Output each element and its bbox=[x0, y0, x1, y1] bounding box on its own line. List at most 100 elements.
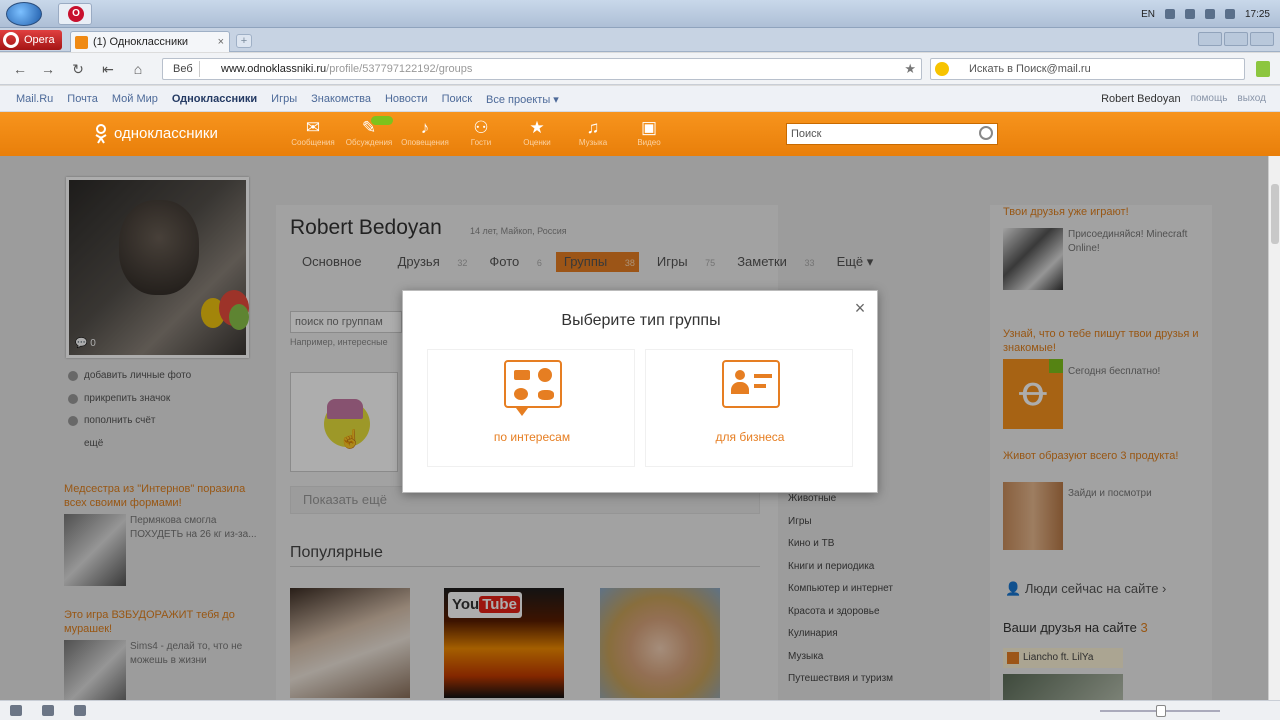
opera-taskbar-button[interactable]: O bbox=[58, 3, 92, 25]
option-interests-label[interactable]: по интересам bbox=[428, 430, 636, 444]
portal-link-games[interactable]: Игры bbox=[271, 93, 297, 106]
help-icon[interactable] bbox=[1164, 9, 1175, 19]
search-icon[interactable] bbox=[979, 126, 993, 140]
portal-link-all-projects[interactable]: Все проекты ▾ bbox=[486, 93, 559, 106]
search-engine-icon[interactable] bbox=[935, 62, 949, 76]
ok-logo-icon bbox=[95, 124, 107, 144]
reload-icon[interactable]: ↻ bbox=[70, 61, 86, 77]
cloud-icon[interactable] bbox=[42, 705, 54, 716]
address-toolbar: ← → ↻ ⇤ ⌂ Веб www.odnoklassniki.ru/profi… bbox=[0, 53, 1280, 85]
new-badge bbox=[371, 116, 393, 125]
download-icon[interactable] bbox=[1256, 61, 1270, 77]
opera-logo-icon bbox=[3, 32, 19, 48]
language-indicator[interactable]: EN bbox=[1141, 9, 1155, 20]
nav-notifications[interactable]: ♪ Оповещения bbox=[397, 118, 453, 152]
os-taskbar: O EN 17:25 bbox=[0, 0, 1280, 28]
portal-link-news[interactable]: Новости bbox=[385, 93, 428, 106]
browser-status-bar bbox=[0, 700, 1280, 720]
url-path: /profile/537797122192/groups bbox=[326, 63, 473, 75]
browser-search-field[interactable]: Искать в Поиск@mail.ru bbox=[930, 58, 1245, 80]
bookmark-star-icon[interactable]: ★ bbox=[904, 59, 916, 79]
page-scrollbar[interactable] bbox=[1268, 156, 1280, 700]
opera-icon: O bbox=[68, 6, 84, 22]
nav-ratings[interactable]: ★ Оценки bbox=[509, 118, 565, 152]
bell-icon: ♪ bbox=[420, 118, 430, 137]
portal-username[interactable]: Robert Bedoyan bbox=[1101, 93, 1181, 105]
rewind-icon[interactable]: ⇤ bbox=[100, 61, 116, 77]
home-icon[interactable]: ⌂ bbox=[130, 61, 146, 77]
nav-music[interactable]: ♫ Музыка bbox=[565, 118, 621, 152]
nav-video-label: Видео bbox=[637, 138, 661, 147]
nav-music-label: Музыка bbox=[578, 138, 608, 147]
speech-tail-icon bbox=[516, 408, 528, 416]
interests-icon bbox=[504, 360, 562, 416]
nav-discussions[interactable]: ✎ Обсуждения bbox=[341, 116, 397, 152]
new-tab-button[interactable]: + bbox=[236, 34, 252, 48]
maximize-button[interactable] bbox=[1224, 32, 1248, 46]
ball-icon bbox=[514, 388, 528, 400]
text-line bbox=[754, 384, 766, 388]
nav-messages[interactable]: ✉ Сообщения bbox=[285, 118, 341, 152]
portal-bar: Mail.Ru Почта Мой Мир Одноклассники Игры… bbox=[0, 86, 1280, 112]
browser-tab-bar: Opera (1) Одноклассники × + bbox=[0, 28, 1280, 52]
nav-discussions-label: Обсуждения bbox=[345, 138, 393, 147]
network-icon[interactable] bbox=[1184, 9, 1195, 19]
turbo-icon[interactable] bbox=[74, 705, 86, 716]
url-field[interactable]: Веб www.odnoklassniki.ru/profile/5377971… bbox=[162, 58, 922, 80]
nav-guests[interactable]: ⚇ Гости bbox=[453, 118, 509, 152]
option-business[interactable]: для бизнеса bbox=[645, 349, 853, 467]
person-body bbox=[731, 382, 749, 394]
ok-search-input[interactable]: Поиск bbox=[786, 123, 998, 145]
group-type-dialog: Выберите тип группы × по интересам для б… bbox=[402, 290, 878, 493]
portal-link-mail[interactable]: Почта bbox=[67, 93, 98, 106]
help-link[interactable]: помощь bbox=[1191, 93, 1228, 105]
close-icon[interactable]: × bbox=[851, 299, 869, 317]
forward-icon[interactable]: → bbox=[40, 61, 56, 77]
person-icon bbox=[731, 370, 749, 398]
text-line bbox=[754, 374, 772, 378]
ok-search-placeholder: Поиск bbox=[791, 128, 822, 140]
portal-link-mailru[interactable]: Mail.Ru bbox=[16, 93, 53, 106]
portal-link-search[interactable]: Поиск bbox=[442, 93, 472, 106]
nav-messages-label: Сообщения bbox=[291, 138, 335, 147]
opera-menu-label: Opera bbox=[24, 34, 55, 46]
url-scheme-badge[interactable]: Веб bbox=[167, 61, 200, 77]
portal-link-odnoklassniki[interactable]: Одноклассники bbox=[172, 93, 257, 106]
option-business-label[interactable]: для бизнеса bbox=[646, 430, 854, 444]
dialog-title: Выберите тип группы bbox=[561, 312, 721, 329]
clock[interactable]: 17:25 bbox=[1245, 9, 1270, 20]
zoom-slider-handle[interactable] bbox=[1156, 705, 1166, 717]
minimize-button[interactable] bbox=[1198, 32, 1222, 46]
favicon-icon bbox=[75, 36, 88, 49]
video-icon: ▣ bbox=[640, 118, 658, 137]
panel-toggle-icon[interactable] bbox=[10, 705, 22, 716]
zoom-slider[interactable] bbox=[1100, 705, 1220, 717]
fish-icon bbox=[538, 390, 554, 400]
rating-icon: ★ bbox=[529, 118, 545, 137]
scrollbar-thumb[interactable] bbox=[1271, 184, 1279, 244]
ok-main-nav: ✉ Сообщения ✎ Обсуждения ♪ Оповещения ⚇ Гост… bbox=[285, 116, 677, 152]
volume-icon[interactable] bbox=[1224, 9, 1235, 19]
portal-link-my-world[interactable]: Мой Мир bbox=[112, 93, 158, 106]
close-window-button[interactable] bbox=[1250, 32, 1274, 46]
opera-menu-button[interactable]: Opera bbox=[0, 30, 62, 50]
ok-logo[interactable]: одноклассники bbox=[94, 122, 218, 146]
back-icon[interactable]: ← bbox=[12, 61, 28, 77]
system-tray: EN 17:25 bbox=[1141, 6, 1270, 22]
option-interests[interactable]: по интересам bbox=[427, 349, 635, 467]
portal-links: Mail.Ru Почта Мой Мир Одноклассники Игры… bbox=[16, 93, 573, 106]
music-icon: ♫ bbox=[586, 118, 600, 137]
person-head bbox=[735, 370, 745, 380]
tab-close-icon[interactable]: × bbox=[218, 32, 224, 52]
url-host: www.odnoklassniki.ru bbox=[221, 63, 327, 75]
portal-link-dating[interactable]: Знакомства bbox=[311, 93, 371, 106]
nav-video[interactable]: ▣ Видео bbox=[621, 118, 677, 152]
flower-icon bbox=[538, 368, 552, 382]
ok-header: одноклассники ✉ Сообщения ✎ Обсуждения ♪ Оп… bbox=[0, 112, 1280, 156]
start-button[interactable] bbox=[6, 2, 42, 26]
flag-icon[interactable] bbox=[1204, 9, 1215, 19]
logout-link[interactable]: выход bbox=[1237, 93, 1266, 105]
tab-odnoklassniki[interactable]: (1) Одноклассники × bbox=[70, 31, 230, 52]
nav-guests-label: Гости bbox=[470, 138, 492, 147]
nav-notifications-label: Оповещения bbox=[401, 138, 449, 147]
